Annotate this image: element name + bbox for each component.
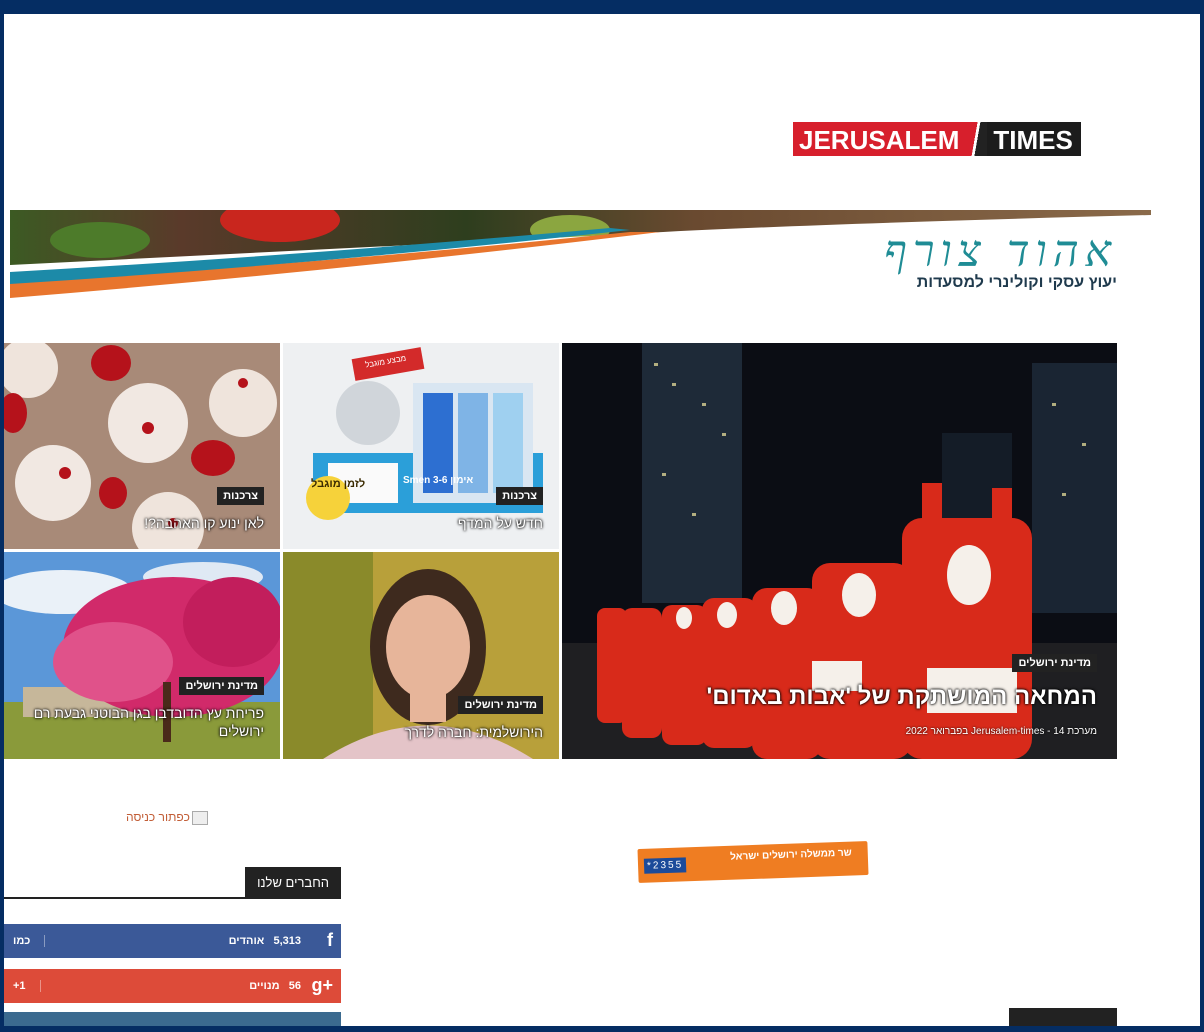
promo-product-label: אימון Smen 3-6 bbox=[403, 475, 474, 486]
google-count: 56 מנויים bbox=[249, 980, 301, 992]
header-banner-ad[interactable]: אהוד צורף יעוץ עסקי וקולינרי למסעדות bbox=[10, 210, 1151, 302]
article-title[interactable]: הירושלמית: חברה לדרך bbox=[404, 724, 543, 740]
window-frame-bottom bbox=[0, 1026, 1204, 1032]
friends-widget-header: החברים שלנו bbox=[3, 867, 341, 899]
featured-meta: מערכת Jerusalem-times - 14 בפברואר 2022 bbox=[905, 726, 1097, 737]
featured-article[interactable]: מדינת ירושלים המחאה המושתקת של 'אבות באד… bbox=[562, 343, 1117, 759]
sidebar-ad-banner[interactable]: *2355 שר ממשלה ירושלים ישראל bbox=[637, 840, 869, 884]
promo-limited-label: לזמן מוגבל bbox=[311, 478, 366, 490]
banner-brand: אהוד צורף יעוץ עסקי וקולינרי למסעדות bbox=[884, 228, 1117, 292]
google-plus-one-button[interactable]: +1 bbox=[13, 980, 41, 992]
window-frame-top bbox=[0, 0, 1204, 14]
banner-script-name: אהוד צורף bbox=[884, 226, 1117, 277]
window-frame-left bbox=[0, 0, 4, 1032]
facebook-count: 5,313 אוהדים bbox=[229, 935, 301, 947]
article-title[interactable]: חדש על המדף bbox=[458, 515, 543, 531]
site-logo[interactable]: JERUSALEM TIMES bbox=[793, 122, 1081, 156]
logo-times: TIMES bbox=[987, 122, 1081, 156]
article-title[interactable]: פריחת עץ הדובדבן בגן הבוטני גבעת רם ירוש… bbox=[4, 704, 264, 740]
featured-category-badge[interactable]: מדינת ירושלים bbox=[1012, 654, 1097, 672]
google-count-unit: מנויים bbox=[249, 980, 280, 992]
article-title[interactable]: לאן ינוע קו האהבה?! bbox=[144, 515, 264, 531]
facebook-like-button[interactable]: כמו bbox=[13, 935, 46, 947]
window-frame-right bbox=[1200, 0, 1204, 1032]
article-category-badge[interactable]: מדינת ירושלים bbox=[179, 677, 264, 695]
load-more-button[interactable] bbox=[1009, 1008, 1117, 1028]
broken-image-icon bbox=[191, 810, 208, 825]
facebook-counter[interactable]: f 5,313 אוהדים כמו bbox=[3, 924, 341, 958]
featured-author[interactable]: מערכת Jerusalem-times bbox=[971, 726, 1097, 737]
article-tile[interactable]: צרכנות לאן ינוע קו האהבה?! bbox=[3, 343, 280, 549]
twitter-counter[interactable] bbox=[3, 1012, 341, 1026]
banner-tagline: יעוץ עסקי וקולינרי למסעדות bbox=[916, 274, 1117, 291]
google-plus-icon: g+ bbox=[311, 975, 333, 995]
facebook-icon: f bbox=[327, 930, 333, 950]
featured-title[interactable]: המחאה המושתקת של 'אבות באדום' bbox=[577, 683, 1097, 711]
logo-jerusalem: JERUSALEM bbox=[793, 122, 966, 156]
ad-text: שר ממשלה ירושלים ישראל bbox=[729, 847, 852, 863]
article-category-badge[interactable]: צרכנות bbox=[496, 487, 543, 505]
article-tile[interactable]: מדינת ירושלים פריחת עץ הדובדבן בגן הבוטנ… bbox=[3, 552, 280, 759]
ad-phone-number: *2355 bbox=[643, 857, 687, 874]
login-button-alt: כפתור כניסה bbox=[126, 810, 190, 824]
article-category-badge[interactable]: צרכנות bbox=[217, 487, 264, 505]
login-button-image[interactable]: כפתור כניסה bbox=[126, 810, 208, 825]
google-count-value: 56 bbox=[288, 980, 301, 992]
logo-separator bbox=[965, 122, 988, 156]
article-tile[interactable]: לזמן מוגבל אימון Smen 3-6 מבצע מוגבל צרכ… bbox=[283, 343, 559, 549]
friends-widget-title: החברים שלנו bbox=[245, 867, 341, 898]
article-category-badge[interactable]: מדינת ירושלים bbox=[458, 696, 543, 714]
facebook-count-value: 5,313 bbox=[273, 935, 301, 947]
google-plus-counter[interactable]: g+ 56 מנויים +1 bbox=[3, 969, 341, 1003]
facebook-count-unit: אוהדים bbox=[228, 935, 265, 947]
news-grid: מדינת ירושלים המחאה המושתקת של 'אבות באד… bbox=[3, 343, 1117, 759]
article-tile[interactable]: מדינת ירושלים הירושלמית: חברה לדרך bbox=[283, 552, 559, 759]
